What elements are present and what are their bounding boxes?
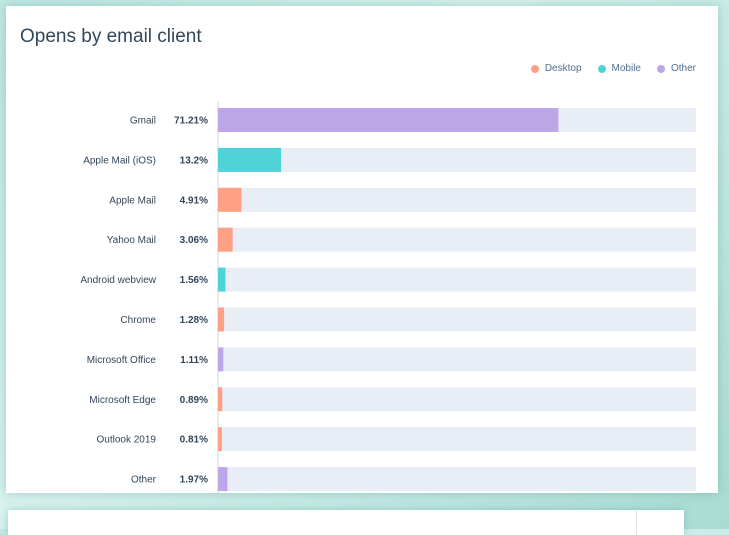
bar-other[interactable] — [218, 467, 228, 492]
value-label-chrome: 1.28% — [180, 315, 208, 326]
value-label-android-webview: 1.56% — [180, 275, 208, 286]
category-label-android-webview: Android webview — [80, 275, 156, 286]
category-label-gmail: Gmail — [130, 116, 156, 127]
bar-track-microsoft-office — [218, 347, 696, 372]
category-label-outlook-2019: Outlook 2019 — [97, 435, 157, 446]
bar-track-chrome — [218, 307, 696, 332]
category-label-chrome: Chrome — [120, 315, 156, 326]
bottom-card-edge — [8, 510, 684, 535]
value-label-microsoft-edge: 0.89% — [180, 395, 208, 406]
bar-gmail[interactable] — [218, 108, 559, 132]
bar-yahoo-mail[interactable] — [218, 227, 233, 252]
bar-outlook-2019[interactable] — [218, 427, 222, 452]
bar-chrome[interactable] — [218, 307, 225, 332]
chart-card: Opens by email client Desktop Mobile Oth… — [6, 6, 718, 493]
bar-track-android-webview — [218, 267, 696, 292]
category-label-apple-mail: Apple Mail — [109, 195, 156, 206]
bar-track-apple-mail-ios — [218, 147, 696, 172]
bar-chart: Gmail 71.21% Apple Mail (iOS) 13.2% Apple Ma… — [80, 102, 696, 493]
category-label-microsoft-edge: Microsoft Edge — [89, 395, 156, 406]
bar-microsoft-office[interactable] — [218, 347, 224, 372]
value-label-yahoo-mail: 3.06% — [180, 235, 208, 246]
value-label-other: 1.97% — [180, 475, 208, 486]
value-label-apple-mail-ios: 13.2% — [180, 155, 208, 166]
bar-track-microsoft-edge — [218, 387, 696, 412]
bar-track-outlook-2019 — [218, 427, 696, 452]
bar-apple-mail-ios[interactable] — [218, 147, 282, 172]
bar-microsoft-edge[interactable] — [218, 387, 223, 412]
bar-track-other — [218, 467, 696, 492]
bar-track-yahoo-mail — [218, 227, 696, 252]
bottom-card-divider — [636, 510, 637, 535]
value-label-apple-mail: 4.91% — [180, 195, 208, 206]
bar-apple-mail[interactable] — [218, 187, 242, 212]
value-label-gmail: 71.21% — [174, 116, 208, 127]
category-label-yahoo-mail: Yahoo Mail — [107, 235, 156, 246]
bar-track-apple-mail — [218, 187, 696, 212]
value-label-microsoft-office: 1.11% — [180, 355, 208, 366]
category-label-other: Other — [131, 475, 157, 486]
value-label-outlook-2019: 0.81% — [180, 435, 208, 446]
bar-android-webview[interactable] — [218, 267, 226, 292]
category-label-microsoft-office: Microsoft Office — [87, 355, 157, 366]
category-label-apple-mail-ios: Apple Mail (iOS) — [83, 155, 156, 166]
